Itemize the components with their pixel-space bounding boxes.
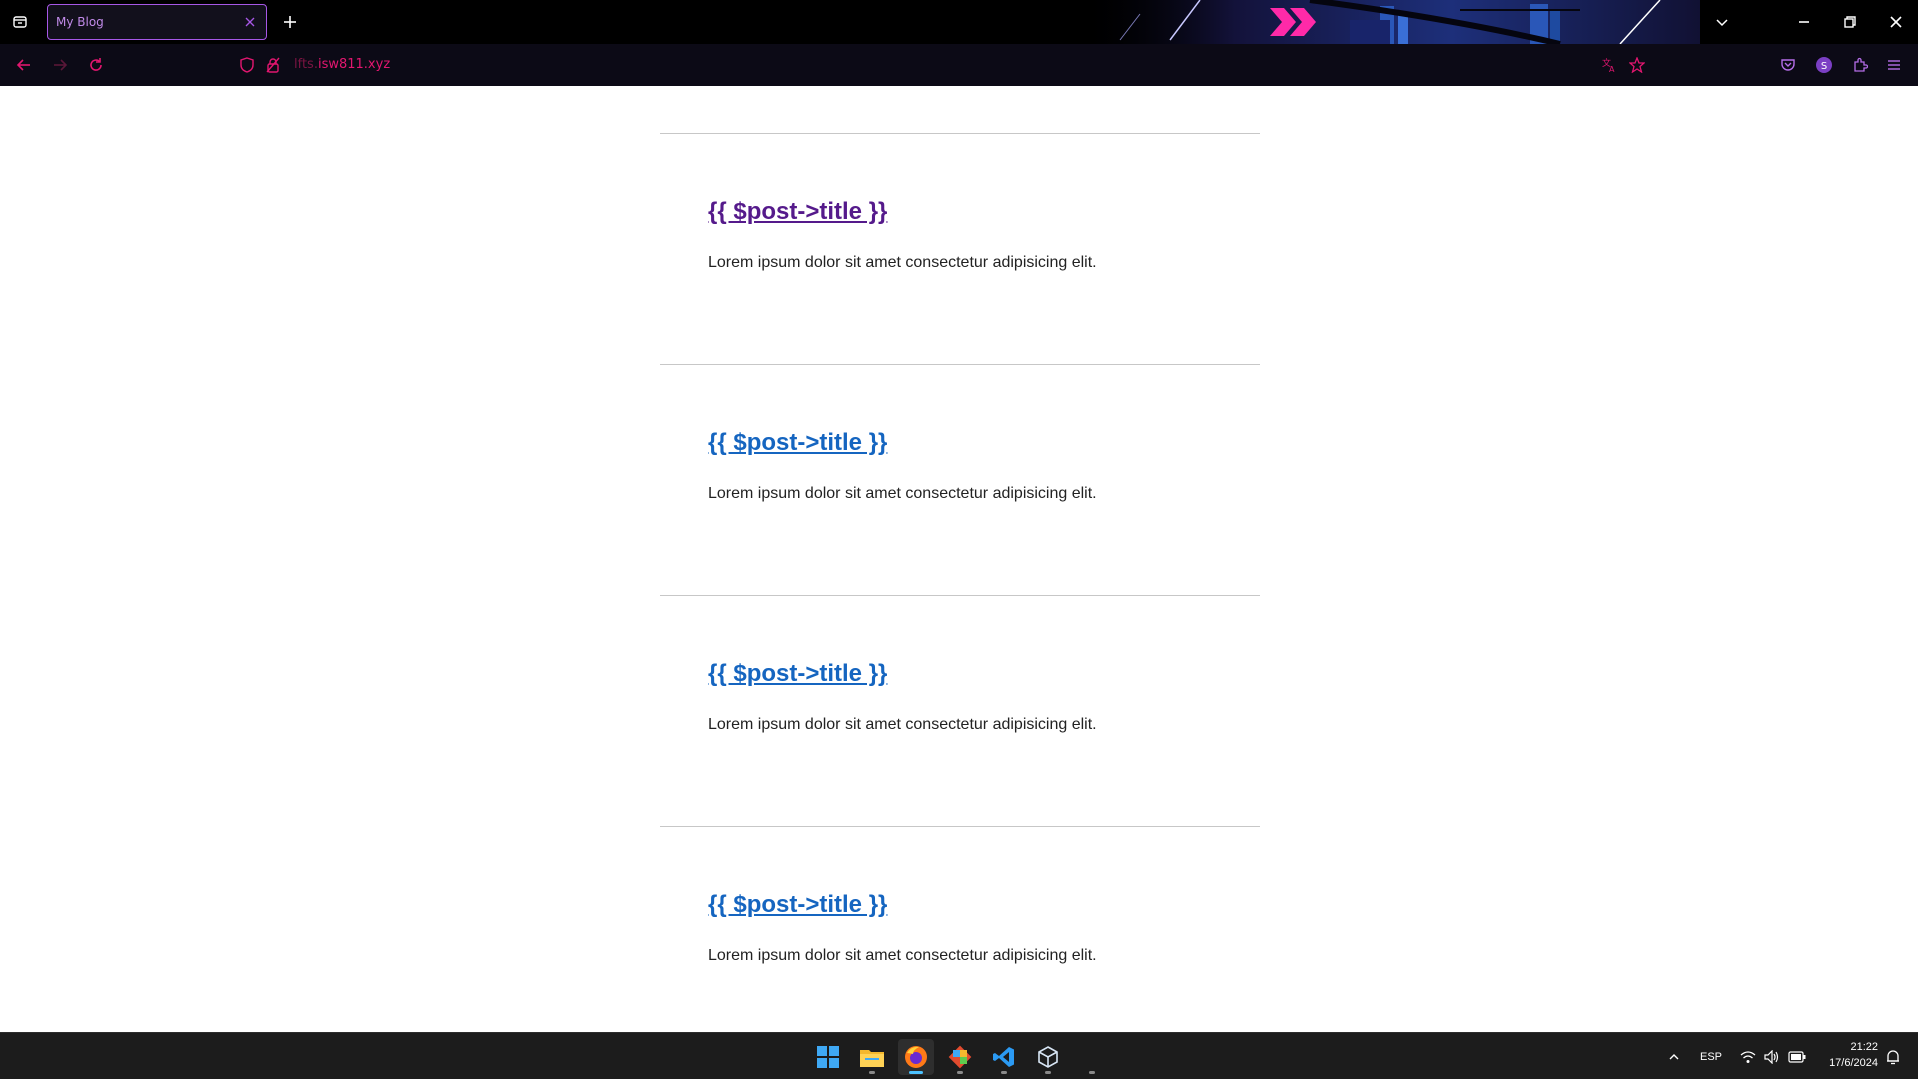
restore-button[interactable]	[1836, 8, 1864, 36]
url-domain: isw811.xyz	[317, 57, 391, 72]
hamburger-menu-icon	[1888, 60, 1900, 70]
taskbar-virtualbox[interactable]	[1030, 1039, 1066, 1075]
taskbar-git[interactable]	[942, 1039, 978, 1075]
running-indicator	[957, 1071, 963, 1074]
running-indicator	[869, 1071, 875, 1074]
post-excerpt: Lorem ipsum dolor sit amet consectetur a…	[708, 716, 1097, 733]
chevron-up-icon	[1669, 1054, 1679, 1060]
minimize-button[interactable]	[1790, 8, 1818, 36]
shield-icon[interactable]	[238, 56, 256, 74]
taskbar-vscode[interactable]	[986, 1039, 1022, 1075]
folder-icon	[860, 1050, 884, 1067]
close-icon	[1890, 16, 1902, 28]
box-icon	[1038, 1046, 1058, 1068]
page-content: {{ $post->title }} Lorem ipsum dolor sit…	[0, 86, 1918, 1032]
running-indicator	[1001, 1071, 1007, 1074]
blog-post: {{ $post->title }} Lorem ipsum dolor sit…	[660, 364, 1260, 595]
git-icon	[948, 1045, 972, 1069]
language-indicator[interactable]: ESP	[1696, 1047, 1726, 1067]
tab-bar: My Blog	[0, 0, 1918, 86]
account-avatar-icon: S	[1816, 57, 1832, 73]
post-excerpt: Lorem ipsum dolor sit amet consectetur a…	[708, 947, 1097, 964]
translate-icon[interactable]: 文 A	[1600, 56, 1618, 74]
url-text[interactable]: lfts.isw811.xyz	[294, 57, 390, 72]
forward-button[interactable]	[48, 53, 72, 77]
post-title-link[interactable]: {{ $post->title }}	[708, 891, 887, 919]
url-subdomain: lfts.	[294, 57, 318, 72]
tab-close-button[interactable]	[242, 14, 258, 30]
close-icon	[245, 17, 255, 27]
notifications-button[interactable]	[1882, 1047, 1904, 1067]
blog-post: {{ $post->title }} Lorem ipsum dolor sit…	[660, 133, 1260, 364]
menu-button[interactable]	[1882, 53, 1906, 77]
tab-title: My Blog	[56, 15, 104, 29]
navigation-bar: lfts.isw811.xyz 文 A S	[0, 44, 1918, 86]
pocket-icon	[1781, 59, 1795, 71]
chevron-down-icon	[1716, 19, 1728, 27]
arrow-left-icon	[16, 59, 30, 71]
taskbar: ESP 21:22 17/6/2024	[0, 1032, 1918, 1079]
clock-date: 17/6/2024	[1829, 1057, 1878, 1069]
reload-button[interactable]	[84, 53, 108, 77]
running-indicator	[1045, 1071, 1051, 1074]
post-title-link[interactable]: {{ $post->title }}	[708, 660, 887, 688]
list-all-tabs-button[interactable]	[1708, 8, 1736, 36]
insecure-lock-icon[interactable]	[264, 56, 282, 74]
tab-my-blog[interactable]: My Blog	[47, 4, 267, 40]
running-indicator	[1089, 1071, 1095, 1074]
reload-icon	[90, 58, 102, 71]
blog-post: {{ $post->title }} Lorem ipsum dolor sit…	[660, 595, 1260, 826]
restore-icon	[1844, 16, 1856, 28]
battery-icon[interactable]	[1786, 1047, 1808, 1067]
taskbar-firefox[interactable]	[898, 1039, 934, 1075]
post-title-link[interactable]: {{ $post->title }}	[708, 429, 887, 457]
windows-logo-icon	[817, 1046, 839, 1068]
extensions-button[interactable]	[1848, 53, 1872, 77]
svg-text:A: A	[1609, 65, 1615, 73]
tab-list-icon	[13, 16, 27, 28]
url-bar[interactable]: lfts.isw811.xyz 文 A	[234, 49, 1654, 81]
start-button[interactable]	[810, 1039, 846, 1075]
minimize-icon	[1799, 21, 1809, 23]
taskbar-file-explorer[interactable]	[854, 1039, 890, 1075]
clock[interactable]: 21:22 17/6/2024	[1829, 1039, 1878, 1071]
svg-text:S: S	[1821, 61, 1827, 72]
account-button[interactable]: S	[1812, 53, 1836, 77]
volume-icon[interactable]	[1762, 1047, 1782, 1067]
clock-time: 21:22	[1850, 1041, 1878, 1053]
vscode-icon	[993, 1047, 1014, 1067]
pocket-button[interactable]	[1776, 53, 1800, 77]
post-excerpt: Lorem ipsum dolor sit amet consectetur a…	[708, 485, 1097, 502]
notification-bell-icon	[1887, 1050, 1899, 1065]
firefox-icon	[905, 1046, 927, 1068]
bookmark-star-icon[interactable]	[1628, 56, 1646, 74]
new-tab-button[interactable]	[278, 10, 302, 34]
arrow-right-icon	[54, 59, 68, 71]
post-title-link[interactable]: {{ $post->title }}	[708, 198, 887, 226]
plus-icon	[284, 16, 296, 28]
running-indicator	[909, 1071, 923, 1074]
post-excerpt: Lorem ipsum dolor sit amet consectetur a…	[708, 254, 1097, 271]
blog-post: {{ $post->title }} Lorem ipsum dolor sit…	[660, 826, 1260, 1057]
show-hidden-icons-button[interactable]	[1664, 1047, 1684, 1067]
close-window-button[interactable]	[1882, 8, 1910, 36]
back-button[interactable]	[12, 53, 36, 77]
wifi-icon[interactable]	[1738, 1047, 1758, 1067]
tab-list-button[interactable]	[8, 10, 32, 34]
puzzle-icon	[1854, 57, 1868, 72]
taskbar-empty-slot[interactable]	[1074, 1039, 1110, 1075]
